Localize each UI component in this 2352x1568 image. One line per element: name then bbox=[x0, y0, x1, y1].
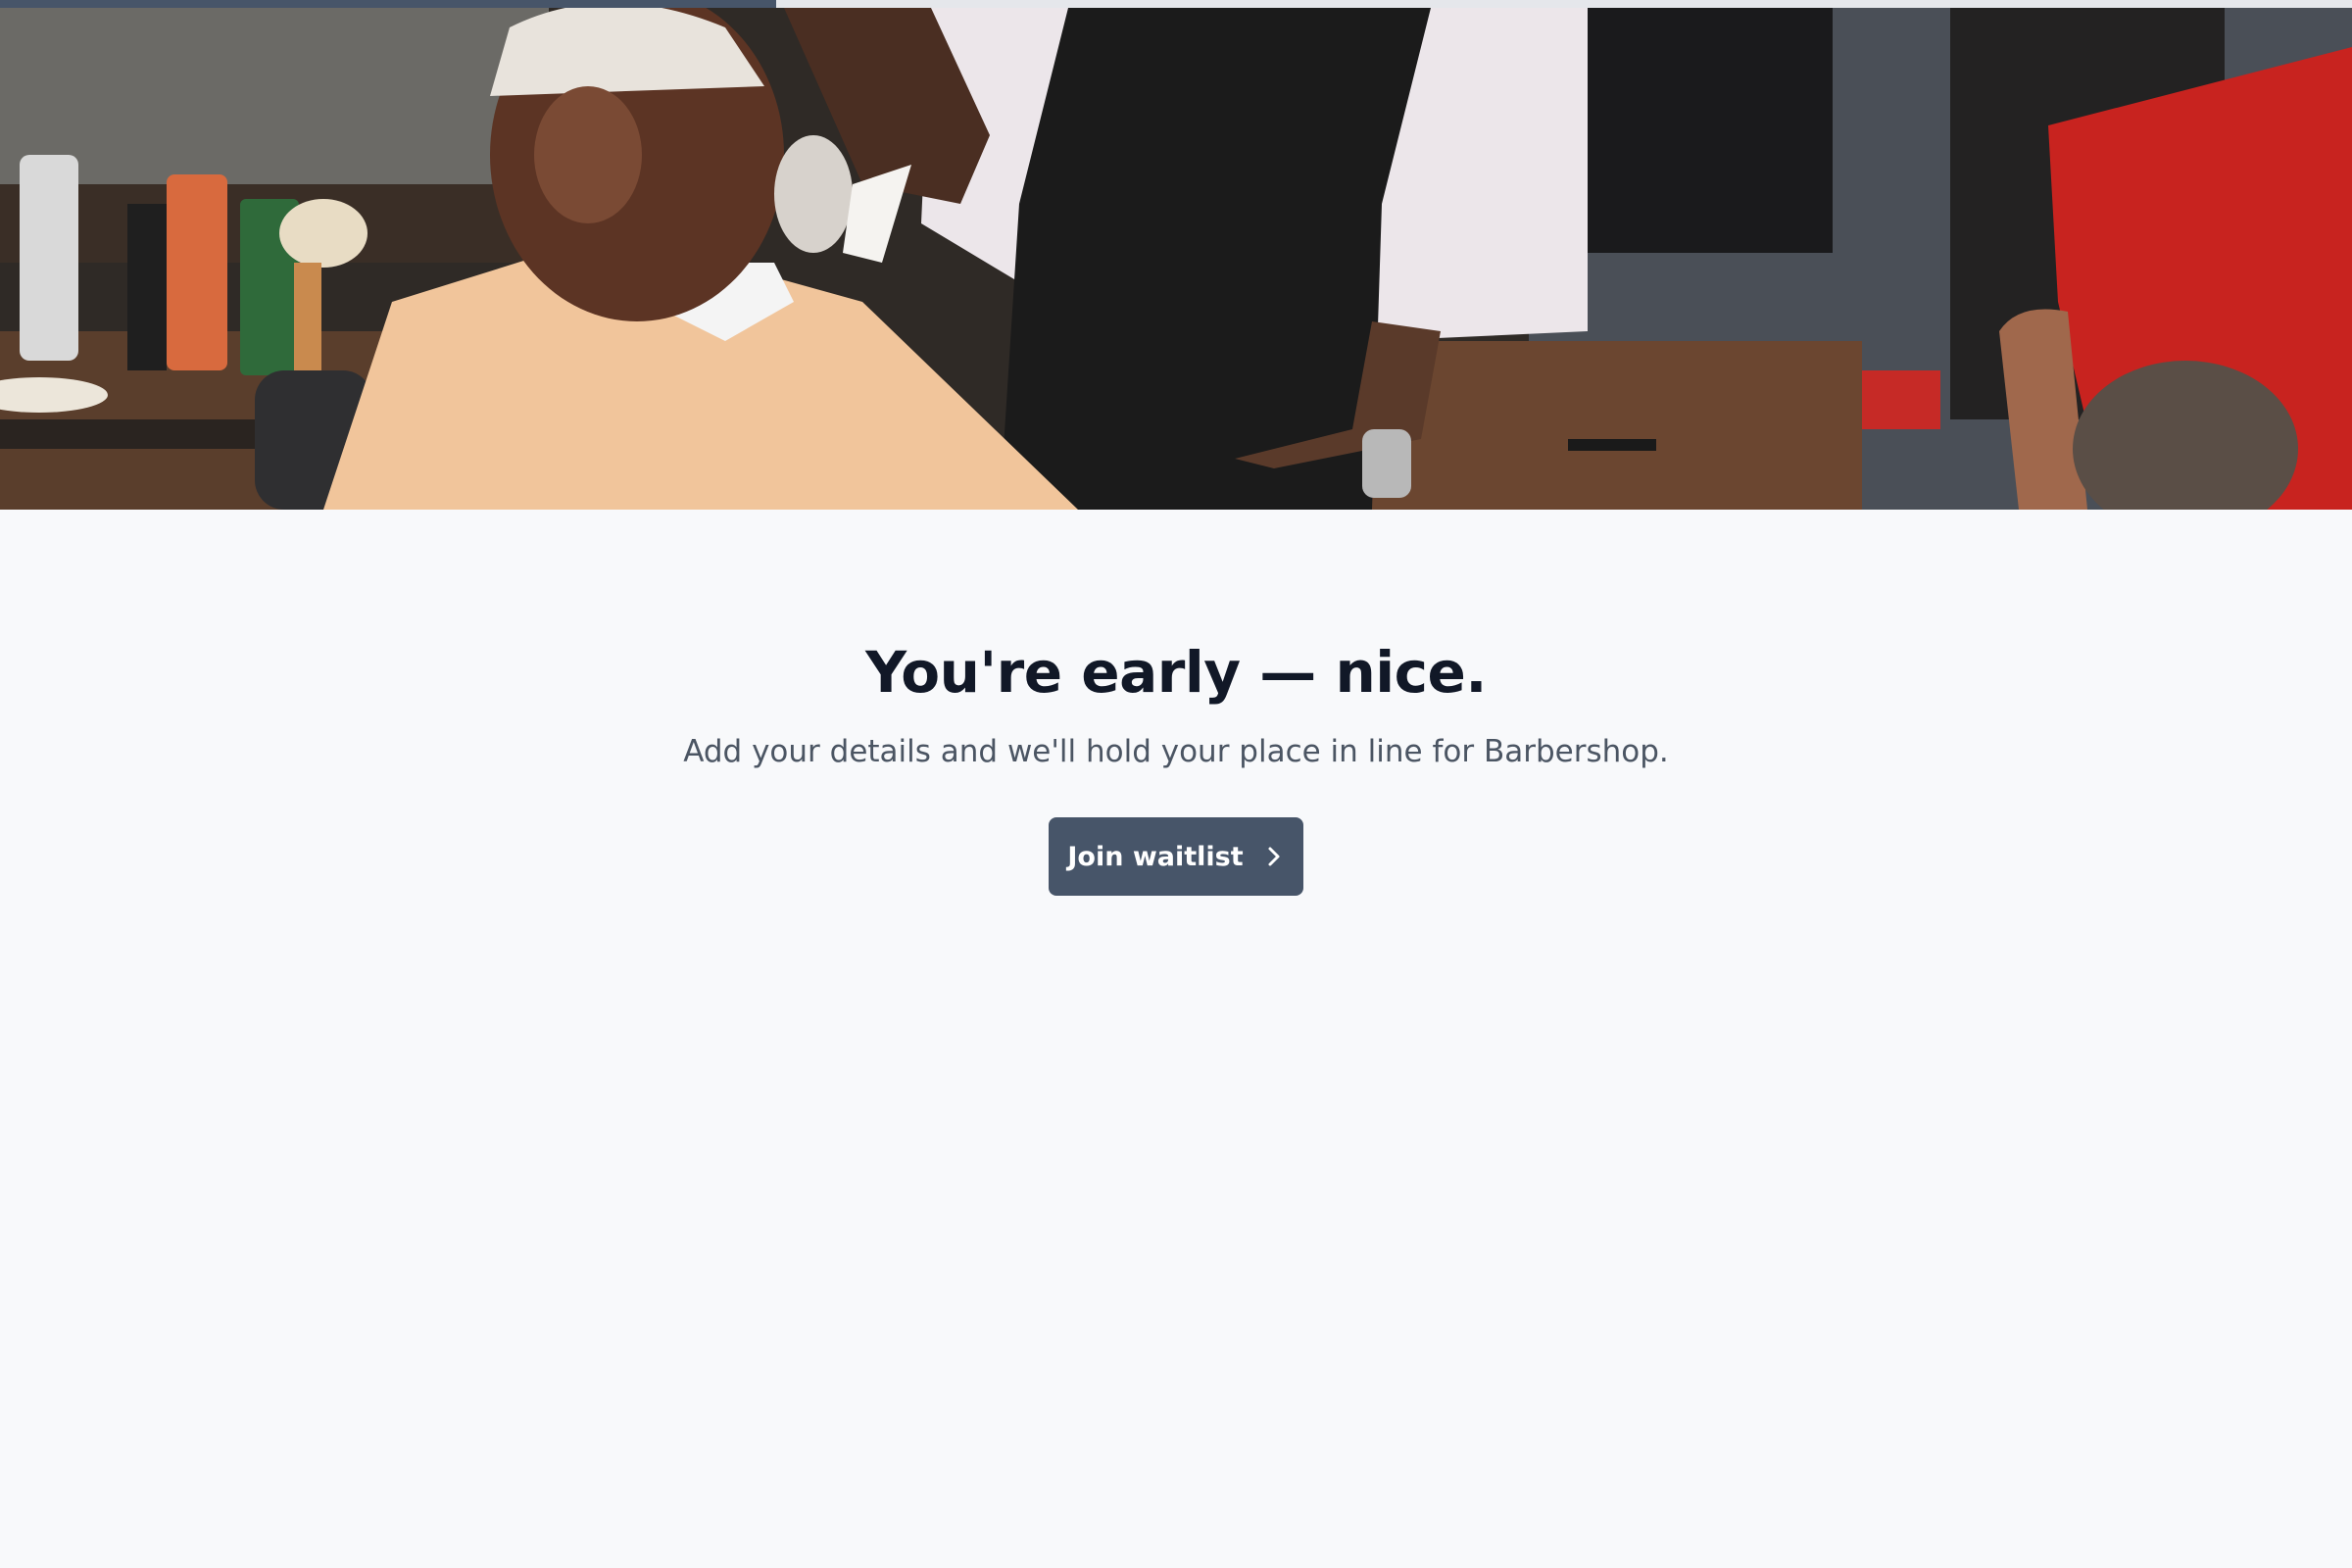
progress-bar-fill bbox=[0, 0, 776, 8]
waitlist-intro: You're early — nice. Add your details an… bbox=[0, 627, 2352, 896]
chevron-right-icon bbox=[1263, 846, 1285, 867]
hero-photo bbox=[0, 8, 2352, 510]
progress-bar bbox=[0, 0, 2352, 8]
join-waitlist-button[interactable]: Join waitlist bbox=[1049, 817, 1303, 896]
page-title: You're early — nice. bbox=[865, 639, 1487, 706]
join-waitlist-label: Join waitlist bbox=[1067, 841, 1244, 872]
barbershop-photo bbox=[0, 8, 2352, 510]
page-subtitle: Add your details and we'll hold your pla… bbox=[683, 734, 1669, 769]
